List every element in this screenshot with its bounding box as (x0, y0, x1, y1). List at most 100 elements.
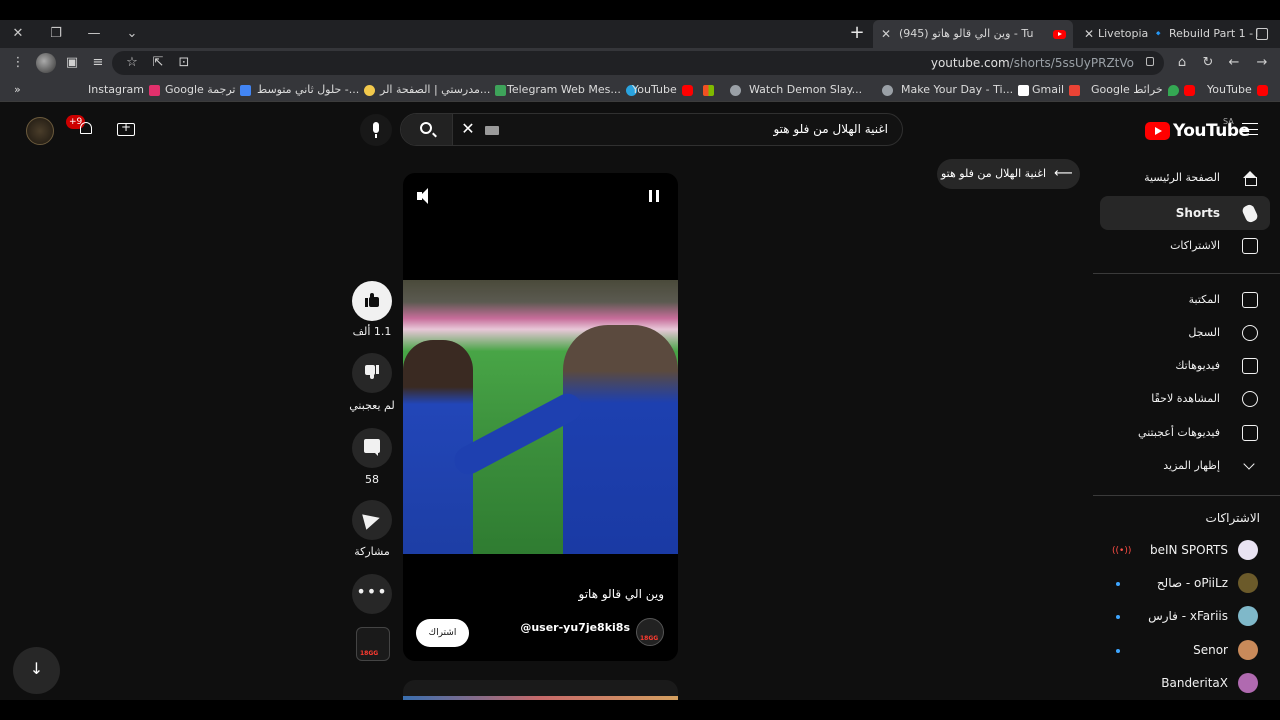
reading-list-icon[interactable]: ≡ (88, 53, 108, 73)
bookmark-star-icon[interactable]: ☆ (122, 53, 142, 73)
bookmark-solutions[interactable]: حلول ثاني متوسط -... (257, 78, 376, 102)
install-app-icon[interactable]: ⊡ (174, 53, 194, 73)
like-count: 1.1 ألف (352, 325, 392, 338)
tab-close-icon[interactable]: ✕ (881, 20, 891, 48)
arrow-down-icon: ↓ (29, 659, 44, 678)
share-page-icon[interactable]: ⇱ (148, 53, 168, 73)
volume-icon[interactable] (417, 187, 435, 205)
address-bar[interactable]: ☆ ⇱ ⊡ youtube.com/shorts/5ssUyPRZtVo (112, 51, 1164, 75)
comment-icon (364, 439, 380, 456)
voice-search-button[interactable] (360, 114, 392, 146)
share-label: مشاركة (354, 545, 390, 558)
bookmark-microsoft[interactable] (703, 78, 714, 102)
search-input[interactable]: اغنية الهلال من فلو هتو (773, 114, 888, 145)
sidebar-item-your-videos[interactable]: فيديوهاتك (1100, 349, 1270, 383)
tab-search-chevron-icon[interactable]: ⌄ (122, 24, 142, 44)
create-video-icon[interactable] (117, 120, 135, 136)
search-bar[interactable]: ✕ اغنية الهلال من فلو هتو (400, 113, 903, 146)
chevron-down-icon (1243, 458, 1255, 470)
sidebar-item-label: المشاهدة لاحقًا (1151, 392, 1220, 405)
search-icon (420, 122, 432, 134)
bookmark-google-maps[interactable]: Google خرائط (1091, 78, 1179, 102)
new-tab-button[interactable]: + (846, 22, 868, 44)
tab-close-icon[interactable]: ✕ (1084, 20, 1094, 48)
clear-search-icon[interactable]: ✕ (459, 120, 477, 138)
more-bookmarks-button[interactable]: » (14, 78, 21, 102)
short-title[interactable]: وين الي قالو هاتو (579, 587, 664, 601)
side-panel-icon[interactable]: ▣ (62, 53, 82, 73)
sidebar-item-subscriptions[interactable]: الاشتراكات (1100, 229, 1270, 263)
search-button[interactable] (401, 114, 453, 145)
sidebar-item-watch-later[interactable]: المشاهدة لاحقًا (1100, 382, 1270, 416)
channel-avatar[interactable]: 18GG (636, 618, 664, 646)
lock-icon[interactable] (1146, 57, 1154, 66)
pause-icon[interactable] (649, 190, 659, 202)
youtube-favicon-icon (1053, 30, 1066, 39)
search-query-chip[interactable]: اغنية الهلال من فلو هتو ⟵ (937, 159, 1080, 189)
roblox-favicon-icon (1256, 28, 1268, 40)
bookmark-demon-slayer[interactable]: Watch Demon Slay... (730, 78, 862, 102)
restore-window-icon[interactable]: ❐ (46, 24, 66, 44)
subscription-item[interactable]: BanderitaX (1100, 667, 1270, 700)
dislike-button[interactable] (352, 353, 392, 393)
home-icon[interactable]: ⌂ (1172, 53, 1192, 73)
next-short-button[interactable]: ↓ (13, 647, 60, 694)
bookmark-madrasati[interactable]: مدرستي | الصفحة الر... (380, 78, 507, 102)
instagram-icon (148, 84, 160, 96)
close-window-icon[interactable]: ✕ (8, 24, 28, 44)
subscription-item[interactable]: فارس - xFariis (1100, 600, 1270, 633)
notifications-bell-icon[interactable] (78, 121, 94, 137)
tab-youtube-short[interactable]: ✕ (945) وين الي قالو هاتو - Tube (873, 20, 1073, 48)
sidebar-item-history[interactable]: السجل (1100, 316, 1270, 350)
profile-avatar[interactable] (36, 53, 56, 73)
youtube-logo[interactable]: YouTube SA (1145, 117, 1250, 141)
forward-icon[interactable]: → (1252, 53, 1272, 73)
bookmark-youtube-2[interactable]: YouTube (1184, 78, 1268, 102)
bookmark-label: Gmail (1032, 83, 1065, 96)
browser-menu-icon[interactable]: ⋮ (8, 53, 28, 73)
youtube-wordmark: YouTube (1173, 121, 1250, 141)
arrow-icon: ⟵ (1054, 166, 1073, 181)
comments-button[interactable] (352, 428, 392, 468)
channel-avatar-text: 18GG (640, 635, 659, 642)
sound-thumbnail[interactable]: 18GG (356, 627, 390, 661)
subscription-item[interactable]: صالح - oPiiLz (1100, 567, 1270, 600)
country-code: SA (1223, 117, 1234, 126)
bookmark-telegram[interactable]: Telegram Web Mes... (507, 78, 637, 102)
subscription-item[interactable]: ((•)) beIN SPORTS (1100, 534, 1270, 567)
subscription-item[interactable]: Senor (1100, 634, 1270, 667)
sidebar-item-home[interactable]: الصفحة الرئيسية (1100, 161, 1270, 195)
bookmark-gmail[interactable]: Gmail (1032, 78, 1081, 102)
sidebar-item-liked-videos[interactable]: فيديوهات أعجبتني (1100, 416, 1270, 450)
globe-icon (730, 84, 741, 96)
sidebar-item-show-more[interactable]: إظهار المزيد (1100, 449, 1270, 483)
sidebar-item-label: فيديوهات أعجبتني (1138, 426, 1220, 439)
more-actions-button[interactable]: ••• (352, 574, 392, 614)
back-icon[interactable]: ← (1224, 53, 1244, 73)
more-icon: ••• (356, 582, 388, 601)
your-videos-icon (1242, 358, 1258, 374)
like-button[interactable] (352, 281, 392, 321)
shorts-player[interactable]: وين الي قالو هاتو اشتراك @user-yu7je8ki8… (403, 173, 678, 661)
video-frame[interactable] (403, 280, 678, 554)
bookmark-instagram[interactable]: Instagram (88, 78, 160, 102)
bookmark-tiktok[interactable]: Make Your Day - Ti... (882, 78, 1030, 102)
bookmark-google-translate[interactable]: Google ترجمة (165, 78, 252, 102)
bookmark-youtube-1[interactable]: YouTube (632, 78, 693, 102)
sidebar-item-label: Shorts (1175, 206, 1220, 220)
browser-tab-strip: ✕ ❐ — ⌄ + ✕ (945) وين الي قالو هاتو - Tu… (0, 20, 1280, 48)
account-avatar[interactable] (26, 117, 54, 145)
tab-livetopia[interactable]: ✕ Livetopia 🔹 Rebuild Part 1 - Rob (1076, 20, 1280, 48)
channel-name[interactable]: @user-yu7je8ki8s (520, 621, 630, 634)
sidebar-item-library[interactable]: المكتبة (1100, 283, 1270, 317)
keyboard-icon[interactable] (485, 126, 499, 135)
guide-menu-icon[interactable] (1242, 123, 1258, 135)
sidebar-item-shorts[interactable]: Shorts (1100, 196, 1270, 230)
bookmark-label: Watch Demon Slay... (749, 83, 863, 96)
minimize-window-icon[interactable]: — (84, 24, 104, 44)
reload-icon[interactable]: ↻ (1198, 53, 1218, 73)
subscriptions-icon (1242, 238, 1258, 254)
subscribe-button[interactable]: اشتراك (416, 619, 469, 647)
share-button[interactable] (352, 500, 392, 540)
solutions-icon (364, 84, 376, 96)
